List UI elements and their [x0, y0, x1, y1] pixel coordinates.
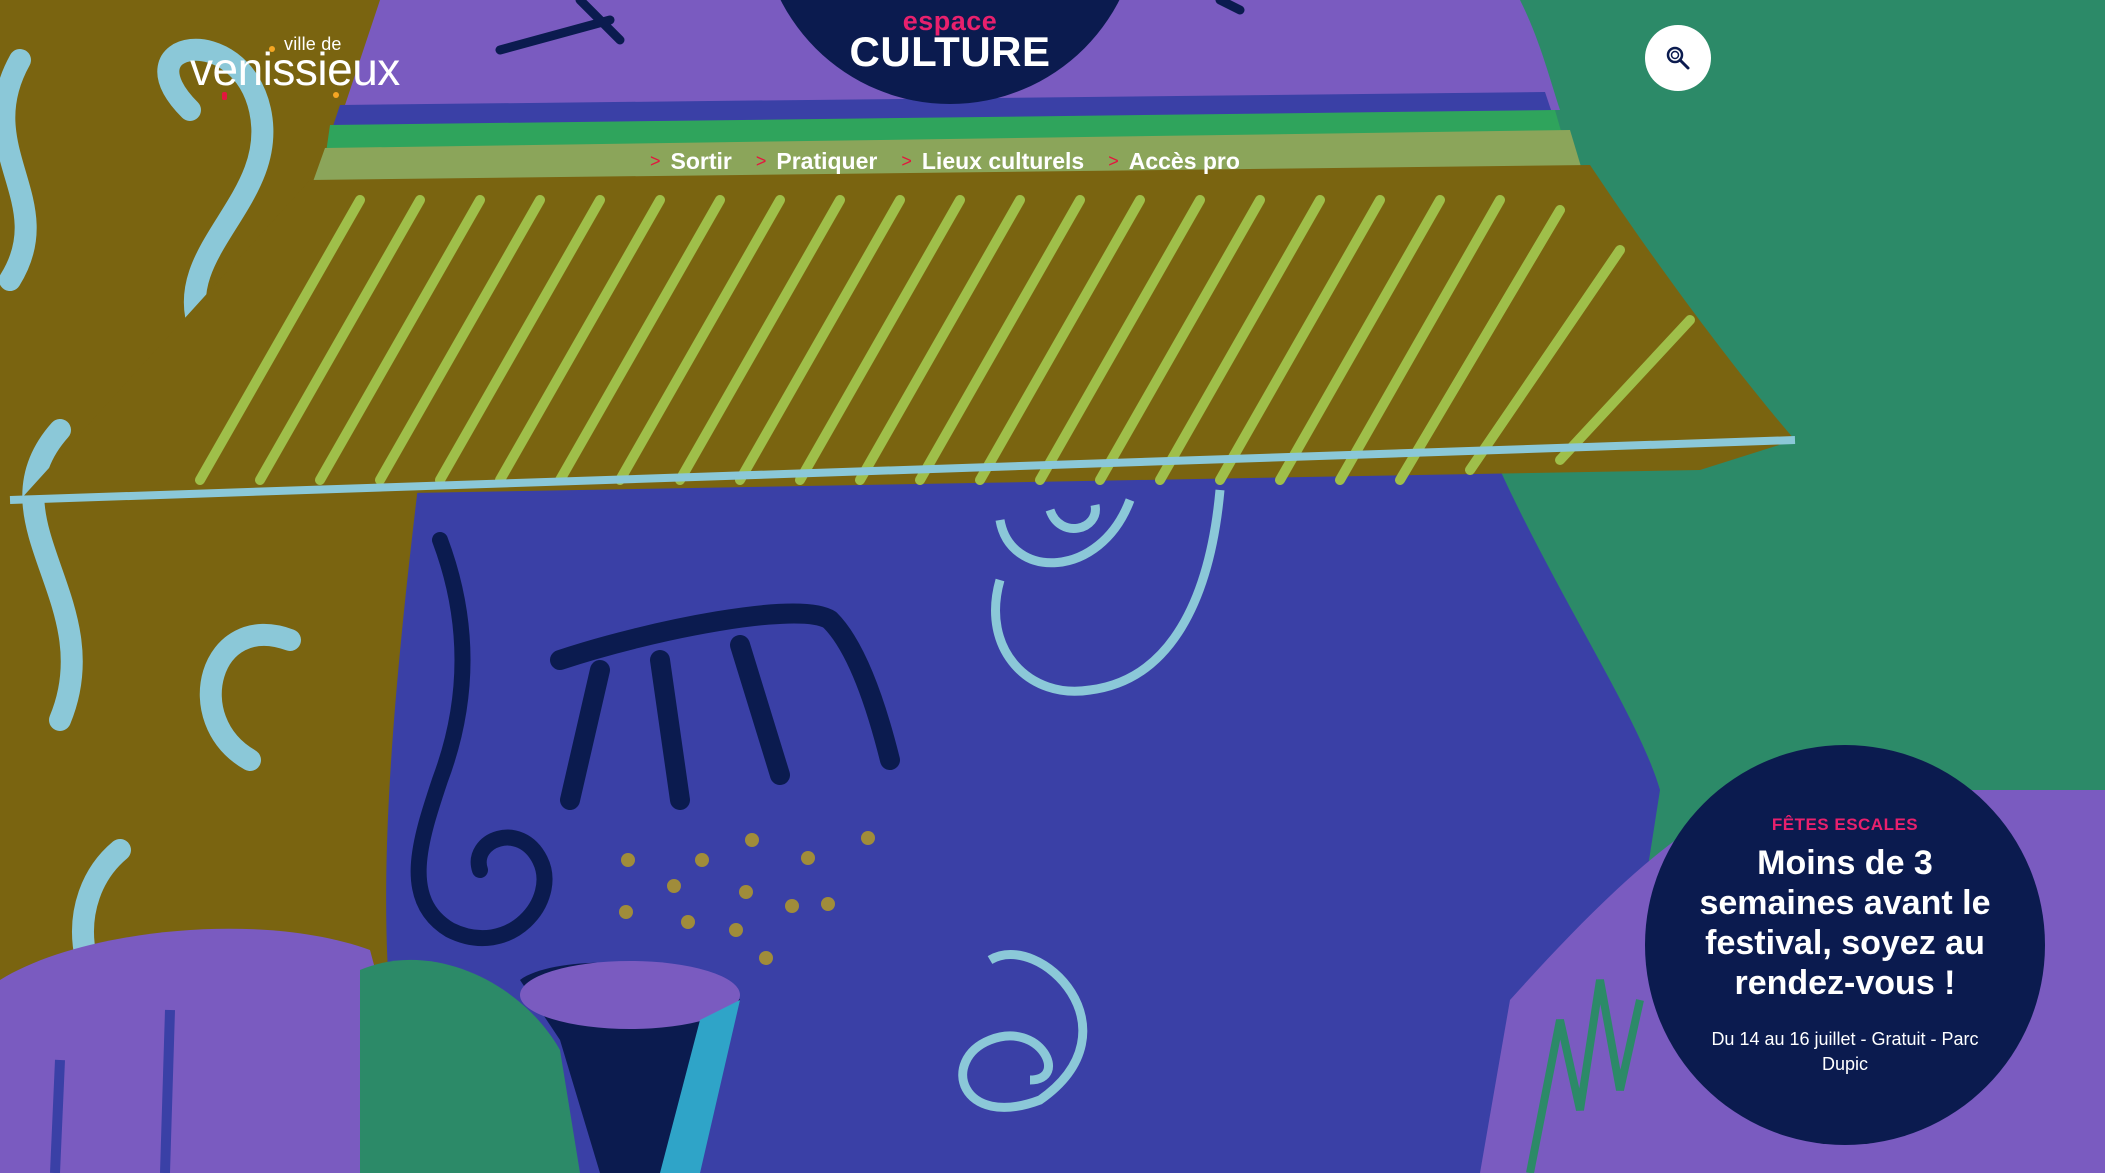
emblem-big-text: CULTURE [849, 28, 1051, 75]
nav-item-label: Accès pro [1128, 147, 1240, 174]
fetes-escales-promo[interactable]: FÊTES ESCALES Moins de 3 semaines avant … [1645, 745, 2045, 1145]
nav-item-pratiquer[interactable]: > Pratiquer [756, 148, 878, 175]
nav-item-lieux-culturels[interactable]: > Lieux culturels [901, 148, 1084, 175]
nav-item-label: Lieux culturels [921, 147, 1085, 174]
chevron-right-icon: > [1108, 150, 1119, 171]
promo-details: Du 14 au 16 juillet - Gratuit - Parc Dup… [1711, 1029, 1979, 1074]
nav-item-acces-pro[interactable]: > Accès pro [1108, 148, 1240, 175]
nav-item-label: Sortir [670, 147, 732, 174]
promo-headline: Moins de 3 semaines avant le festival, s… [1699, 844, 1991, 1002]
ville-de-venissieux-logo[interactable]: ville de venissieux [190, 34, 430, 104]
chevron-right-icon: > [755, 150, 767, 171]
main-navigation: > Sortir > Pratiquer > Lieux culturels >… [650, 144, 1240, 178]
search-button[interactable] [1645, 25, 1711, 91]
nav-item-sortir[interactable]: > Sortir [650, 148, 732, 175]
logo-dot-red [222, 92, 227, 100]
search-icon [1666, 46, 1690, 70]
logo-big-text: venissieux [190, 43, 400, 95]
chevron-right-icon: > [650, 150, 661, 171]
chevron-right-icon: > [901, 150, 912, 171]
nav-item-label: Pratiquer [776, 147, 878, 174]
logo-dot-yellow [333, 92, 339, 98]
promo-kicker: FÊTES ESCALES [1771, 815, 1919, 834]
